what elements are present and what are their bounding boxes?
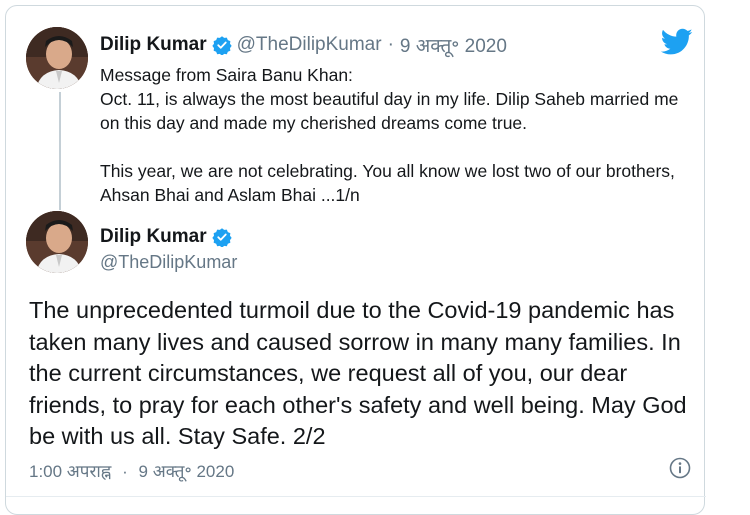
thread-connector xyxy=(59,92,61,210)
verified-badge-icon xyxy=(211,35,232,56)
verified-badge-icon xyxy=(211,227,232,248)
tweet2-header: Dilip Kumar xyxy=(100,226,237,248)
separator-dot: · xyxy=(387,34,394,55)
tweet-date[interactable]: 9 अक्तू॰ 2020 xyxy=(400,32,507,58)
tweet1-line: Oct. 11, is always the most beautiful da… xyxy=(100,89,679,133)
avatar[interactable] xyxy=(26,211,88,273)
separator-dot: · xyxy=(122,462,128,481)
user-handle[interactable]: @TheDilipKumar xyxy=(237,34,382,56)
display-name[interactable]: Dilip Kumar xyxy=(100,226,207,248)
user-handle[interactable]: @TheDilipKumar xyxy=(100,252,237,273)
tweet-date: 9 अक्तू॰ 2020 xyxy=(138,462,235,481)
tweet2-text: The unprecedented turmoil due to the Cov… xyxy=(29,297,687,449)
tweet1-body: Message from Saira Banu Khan: Oct. 11, i… xyxy=(100,63,690,207)
tweet1-line: This year, we are not celebrating. You a… xyxy=(100,161,675,205)
display-name[interactable]: Dilip Kumar xyxy=(100,34,207,56)
tweet-card: Dilip Kumar @TheDilipKumar · 9 अक्तू॰ 20… xyxy=(5,5,706,515)
divider xyxy=(6,496,706,497)
info-icon[interactable] xyxy=(669,457,691,479)
avatar[interactable] xyxy=(26,27,88,89)
twitter-bird-icon[interactable] xyxy=(660,28,693,56)
tweet-time: 1:00 अपराह्न xyxy=(29,462,112,481)
tweet-timestamp[interactable]: 1:00 अपराह्न · 9 अक्तू॰ 2020 xyxy=(29,459,234,482)
tweet1-header: Dilip Kumar @TheDilipKumar · 9 अक्तू॰ 20… xyxy=(100,32,507,58)
tweet1-line: Message from Saira Banu Khan: xyxy=(100,65,353,85)
